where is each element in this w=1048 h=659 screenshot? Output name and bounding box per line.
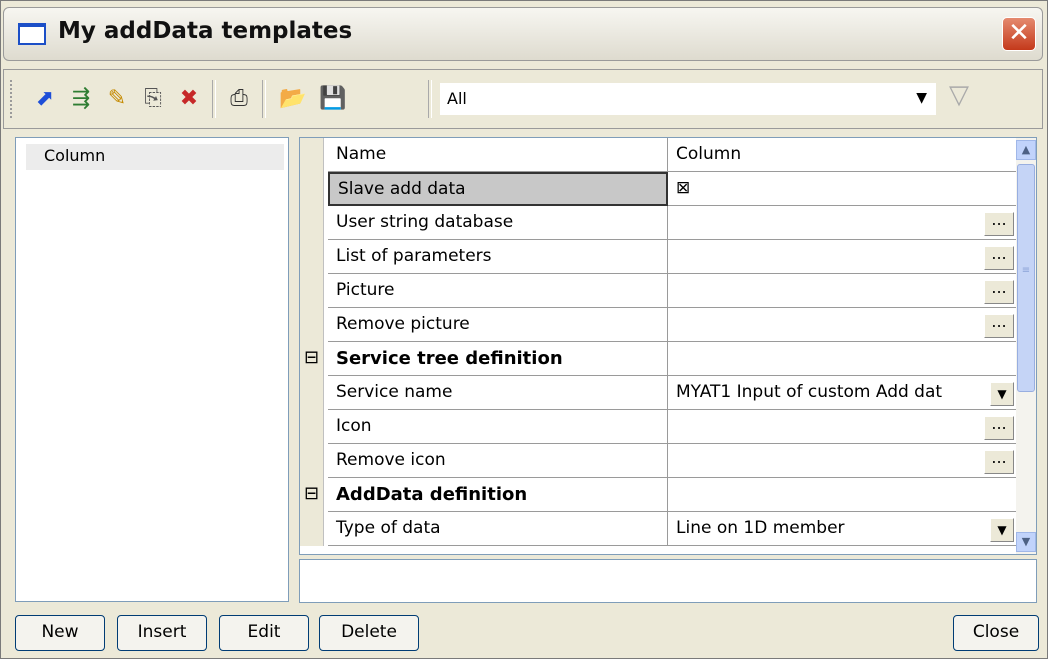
chevron-down-icon[interactable]: ▼ (916, 90, 927, 106)
new-template-icon[interactable]: ⬈ (30, 85, 60, 113)
property-name: Picture (328, 274, 668, 308)
toolbar-separator (262, 80, 266, 118)
delete-button[interactable]: Delete (319, 615, 419, 651)
delete-icon[interactable]: ✖ (174, 85, 204, 113)
filter-dropdown[interactable]: All ▼ (440, 83, 936, 115)
property-name: Remove picture (328, 308, 668, 342)
toolbar-grip[interactable] (10, 80, 16, 118)
row-gutter (300, 274, 324, 308)
property-row[interactable]: Picture... (300, 274, 1016, 308)
property-name: Name (328, 138, 668, 172)
property-value[interactable] (668, 342, 1016, 376)
open-folder-icon[interactable]: 📂 (278, 85, 308, 113)
property-value-text: Line on 1D member (676, 518, 845, 538)
property-row[interactable]: Icon... (300, 410, 1016, 444)
property-value[interactable]: ⊠ (668, 172, 1016, 206)
property-row[interactable]: List of parameters... (300, 240, 1016, 274)
row-gutter (300, 308, 324, 342)
property-name: Remove icon (328, 444, 668, 478)
chevron-down-icon[interactable]: ▼ (990, 518, 1014, 542)
row-gutter (300, 138, 324, 172)
template-list-item[interactable]: Column (26, 144, 284, 170)
property-value[interactable]: ... (668, 308, 1016, 342)
print-icon[interactable]: ⎙ (224, 85, 254, 113)
row-gutter (300, 240, 324, 274)
property-row[interactable]: User string database... (300, 206, 1016, 240)
property-value[interactable]: ... (668, 240, 1016, 274)
property-name: User string database (328, 206, 668, 240)
property-name: AddData definition (328, 478, 668, 512)
template-list: Column (15, 137, 289, 602)
edit-pencil-icon[interactable]: ✎ (102, 85, 132, 113)
property-row[interactable]: Type of data Line on 1D member ▼ (300, 512, 1016, 546)
property-value[interactable]: Column (668, 138, 1016, 172)
collapse-section-icon[interactable]: ⊟ (300, 342, 324, 376)
property-name: List of parameters (328, 240, 668, 274)
property-row[interactable]: Slave add data ⊠ (300, 172, 1016, 206)
copy-icon[interactable]: ⎘ (138, 85, 168, 113)
property-value[interactable] (668, 478, 1016, 512)
toolbar-separator (428, 80, 432, 118)
filter-value: All (447, 89, 467, 108)
property-row[interactable]: Remove picture... (300, 308, 1016, 342)
property-value[interactable]: Line on 1D member ▼ (668, 512, 1016, 546)
property-section-row[interactable]: ⊟ Service tree definition (300, 342, 1016, 376)
property-description-panel (299, 559, 1037, 603)
property-value-text: Column (676, 144, 742, 164)
property-value[interactable]: ... (668, 206, 1016, 240)
toolbar-separator (212, 80, 216, 118)
row-gutter (300, 172, 324, 206)
addData-templates-window: My addData templates ✕ ⬈ ⇶ ✎ ⎘ ✖ ⎙ 📂 💾 A… (0, 0, 1048, 659)
ellipsis-button[interactable]: ... (984, 416, 1014, 440)
scroll-up-icon[interactable]: ▲ (1016, 140, 1036, 160)
property-value-text: ⊠ (676, 178, 691, 198)
property-name: Service name (328, 376, 668, 410)
row-gutter (300, 512, 324, 546)
ellipsis-button[interactable]: ... (984, 246, 1014, 270)
row-gutter (300, 206, 324, 240)
insert-button[interactable]: Insert (117, 615, 207, 651)
property-row[interactable]: Service name MYAT1 Input of custom Add da… (300, 376, 1016, 410)
scroll-down-icon[interactable]: ▼ (1016, 532, 1036, 552)
window-icon (18, 23, 46, 45)
property-value[interactable]: ... (668, 274, 1016, 308)
property-name: Slave add data (328, 172, 668, 206)
property-grid: Name Column Slave add data ⊠ User string dat… (299, 137, 1037, 555)
ellipsis-button[interactable]: ... (984, 450, 1014, 474)
property-name: Icon (328, 410, 668, 444)
new-button[interactable]: New (15, 615, 105, 651)
property-section-row[interactable]: ⊟ AddData definition (300, 478, 1016, 512)
save-icon[interactable]: 💾 (318, 85, 348, 113)
add-row-icon[interactable]: ⇶ (66, 85, 96, 113)
property-row[interactable]: Remove icon... (300, 444, 1016, 478)
property-name: Service tree definition (328, 342, 668, 376)
row-gutter (300, 376, 324, 410)
property-value[interactable]: ... (668, 410, 1016, 444)
window-title: My addData templates (58, 18, 353, 44)
vertical-scrollbar[interactable]: ▲ ≡ ▼ (1016, 138, 1036, 554)
toolbar: ⬈ ⇶ ✎ ⎘ ✖ ⎙ 📂 💾 All ▼ ▽ (3, 69, 1043, 129)
edit-button[interactable]: Edit (219, 615, 309, 651)
ellipsis-button[interactable]: ... (984, 212, 1014, 236)
close-window-icon[interactable]: ✕ (1002, 17, 1036, 51)
ellipsis-button[interactable]: ... (984, 314, 1014, 338)
close-button[interactable]: Close (953, 615, 1039, 651)
row-gutter (300, 410, 324, 444)
property-value[interactable]: MYAT1 Input of custom Add dat ▼ (668, 376, 1016, 410)
scroll-thumb[interactable]: ≡ (1017, 164, 1035, 392)
filter-icon[interactable]: ▽ (949, 80, 969, 110)
chevron-down-icon[interactable]: ▼ (990, 382, 1014, 406)
row-gutter (300, 444, 324, 478)
property-row[interactable]: Name Column (300, 138, 1016, 172)
property-value[interactable]: ... (668, 444, 1016, 478)
property-value-text: MYAT1 Input of custom Add dat (676, 382, 943, 402)
property-name: Type of data (328, 512, 668, 546)
title-bar: My addData templates ✕ (3, 7, 1043, 61)
collapse-section-icon[interactable]: ⊟ (300, 478, 324, 512)
ellipsis-button[interactable]: ... (984, 280, 1014, 304)
